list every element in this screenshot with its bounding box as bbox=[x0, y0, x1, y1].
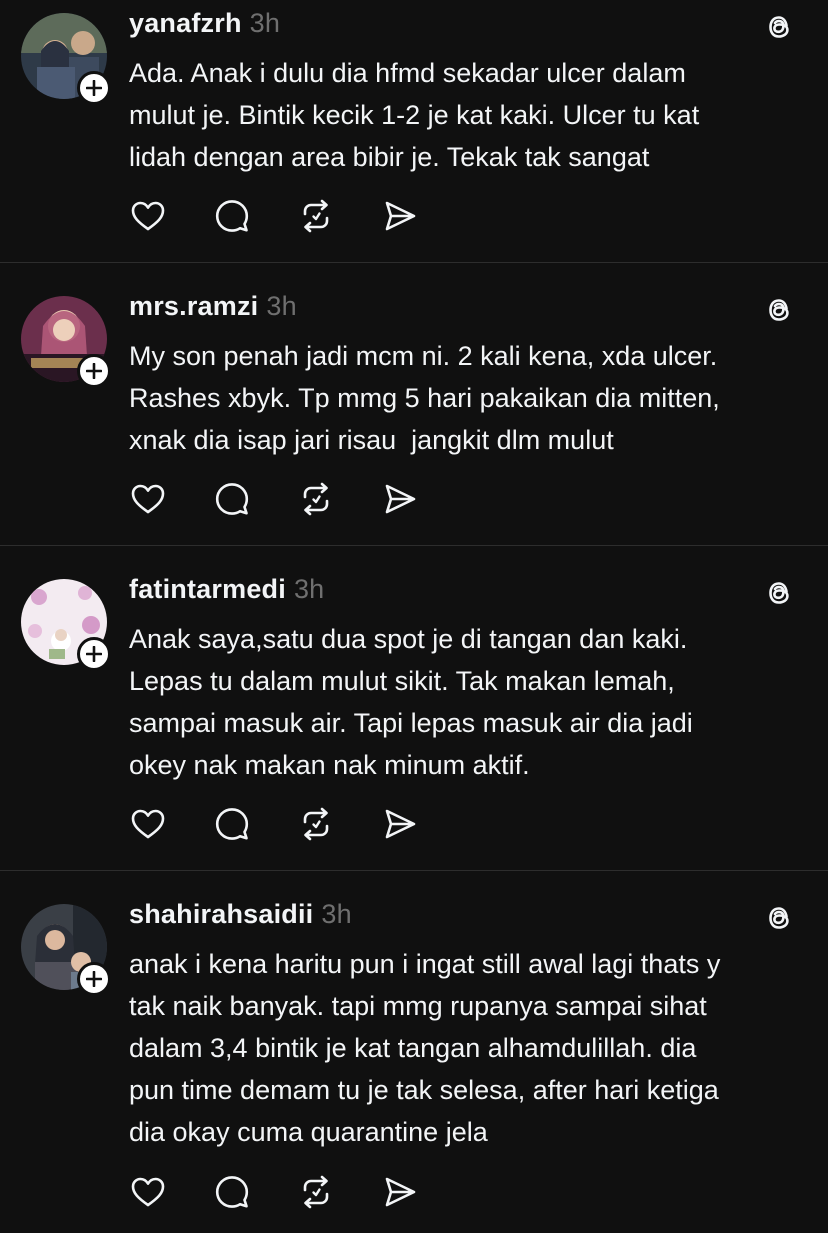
repost-button[interactable] bbox=[297, 197, 335, 235]
action-bar bbox=[129, 805, 429, 843]
divider bbox=[0, 545, 828, 546]
post-text: anak i kena haritu pun i ingat still awa… bbox=[129, 949, 721, 1147]
follow-button[interactable] bbox=[77, 962, 111, 996]
post-item[interactable]: mrs.ramzi 3h My son penah jadi mcm ni. 2 … bbox=[0, 283, 828, 545]
follow-button[interactable] bbox=[77, 637, 111, 671]
heart-icon bbox=[131, 1177, 165, 1207]
username[interactable]: mrs.ramzi bbox=[129, 291, 258, 321]
repost-icon bbox=[303, 1175, 329, 1209]
heart-icon bbox=[131, 201, 165, 231]
post-item[interactable]: fatintarmedi 3h Anak saya,satu dua spot j… bbox=[0, 566, 828, 870]
repost-icon bbox=[303, 199, 329, 233]
send-icon bbox=[385, 201, 416, 231]
reply-button[interactable] bbox=[213, 805, 251, 843]
divider bbox=[0, 870, 828, 871]
like-button[interactable] bbox=[129, 480, 167, 518]
threads-logo-icon[interactable] bbox=[762, 576, 796, 610]
comment-icon bbox=[215, 1176, 249, 1208]
username[interactable]: yanafzrh bbox=[129, 8, 242, 38]
action-bar bbox=[129, 1173, 429, 1211]
share-button[interactable] bbox=[381, 480, 419, 518]
follow-button[interactable] bbox=[77, 354, 111, 388]
like-button[interactable] bbox=[129, 805, 167, 843]
timestamp: 3h bbox=[293, 574, 325, 604]
action-bar bbox=[129, 197, 429, 235]
share-button[interactable] bbox=[381, 1173, 419, 1211]
send-icon bbox=[385, 484, 416, 514]
reply-button[interactable] bbox=[213, 1173, 251, 1211]
post-header: shahirahsaidii 3h bbox=[129, 899, 352, 930]
action-bar bbox=[129, 480, 429, 518]
post-item[interactable]: yanafzrh 3h Ada. Anak i dulu dia hfmd sek… bbox=[0, 0, 828, 262]
comment-icon bbox=[215, 808, 249, 840]
repost-icon bbox=[303, 807, 329, 841]
post-text: Anak saya,satu dua spot je di tangan dan… bbox=[129, 624, 693, 780]
repost-icon bbox=[303, 482, 329, 516]
threads-logo-icon[interactable] bbox=[762, 10, 796, 44]
post-header: yanafzrh 3h bbox=[129, 8, 280, 39]
timestamp: 3h bbox=[266, 291, 297, 321]
threads-reply-feed: yanafzrh 3h Ada. Anak i dulu dia hfmd sek… bbox=[0, 0, 828, 1233]
avatar-container[interactable] bbox=[21, 296, 111, 388]
post-text: My son penah jadi mcm ni. 2 kali kena, x… bbox=[129, 341, 720, 455]
post-text: Ada. Anak i dulu dia hfmd sekadar ulcer … bbox=[129, 58, 700, 172]
heart-icon bbox=[131, 809, 165, 839]
timestamp: 3h bbox=[321, 899, 352, 929]
threads-logo-icon[interactable] bbox=[762, 901, 796, 935]
comment-icon bbox=[215, 483, 249, 515]
like-button[interactable] bbox=[129, 1173, 167, 1211]
avatar-container[interactable] bbox=[21, 579, 111, 671]
send-icon bbox=[385, 1177, 416, 1207]
post-header: mrs.ramzi 3h bbox=[129, 291, 297, 322]
reply-button[interactable] bbox=[213, 197, 251, 235]
plus-icon bbox=[86, 971, 102, 987]
reply-button[interactable] bbox=[213, 480, 251, 518]
share-button[interactable] bbox=[381, 197, 419, 235]
share-button[interactable] bbox=[381, 805, 419, 843]
avatar-container[interactable] bbox=[21, 13, 111, 105]
repost-button[interactable] bbox=[297, 805, 335, 843]
plus-icon bbox=[86, 80, 102, 96]
avatar-container[interactable] bbox=[21, 904, 111, 996]
heart-icon bbox=[131, 484, 165, 514]
like-button[interactable] bbox=[129, 197, 167, 235]
username[interactable]: fatintarmedi bbox=[129, 574, 286, 604]
timestamp: 3h bbox=[249, 8, 281, 38]
threads-logo-icon[interactable] bbox=[762, 293, 796, 327]
send-icon bbox=[385, 809, 416, 839]
comment-icon bbox=[215, 200, 249, 232]
plus-icon bbox=[86, 363, 102, 379]
username[interactable]: shahirahsaidii bbox=[129, 899, 313, 929]
divider bbox=[0, 262, 828, 263]
post-header: fatintarmedi 3h bbox=[129, 574, 324, 605]
plus-icon bbox=[86, 646, 102, 662]
repost-button[interactable] bbox=[297, 480, 335, 518]
post-item[interactable]: shahirahsaidii 3h anak i kena haritu pun … bbox=[0, 891, 828, 1233]
repost-button[interactable] bbox=[297, 1173, 335, 1211]
follow-button[interactable] bbox=[77, 71, 111, 105]
